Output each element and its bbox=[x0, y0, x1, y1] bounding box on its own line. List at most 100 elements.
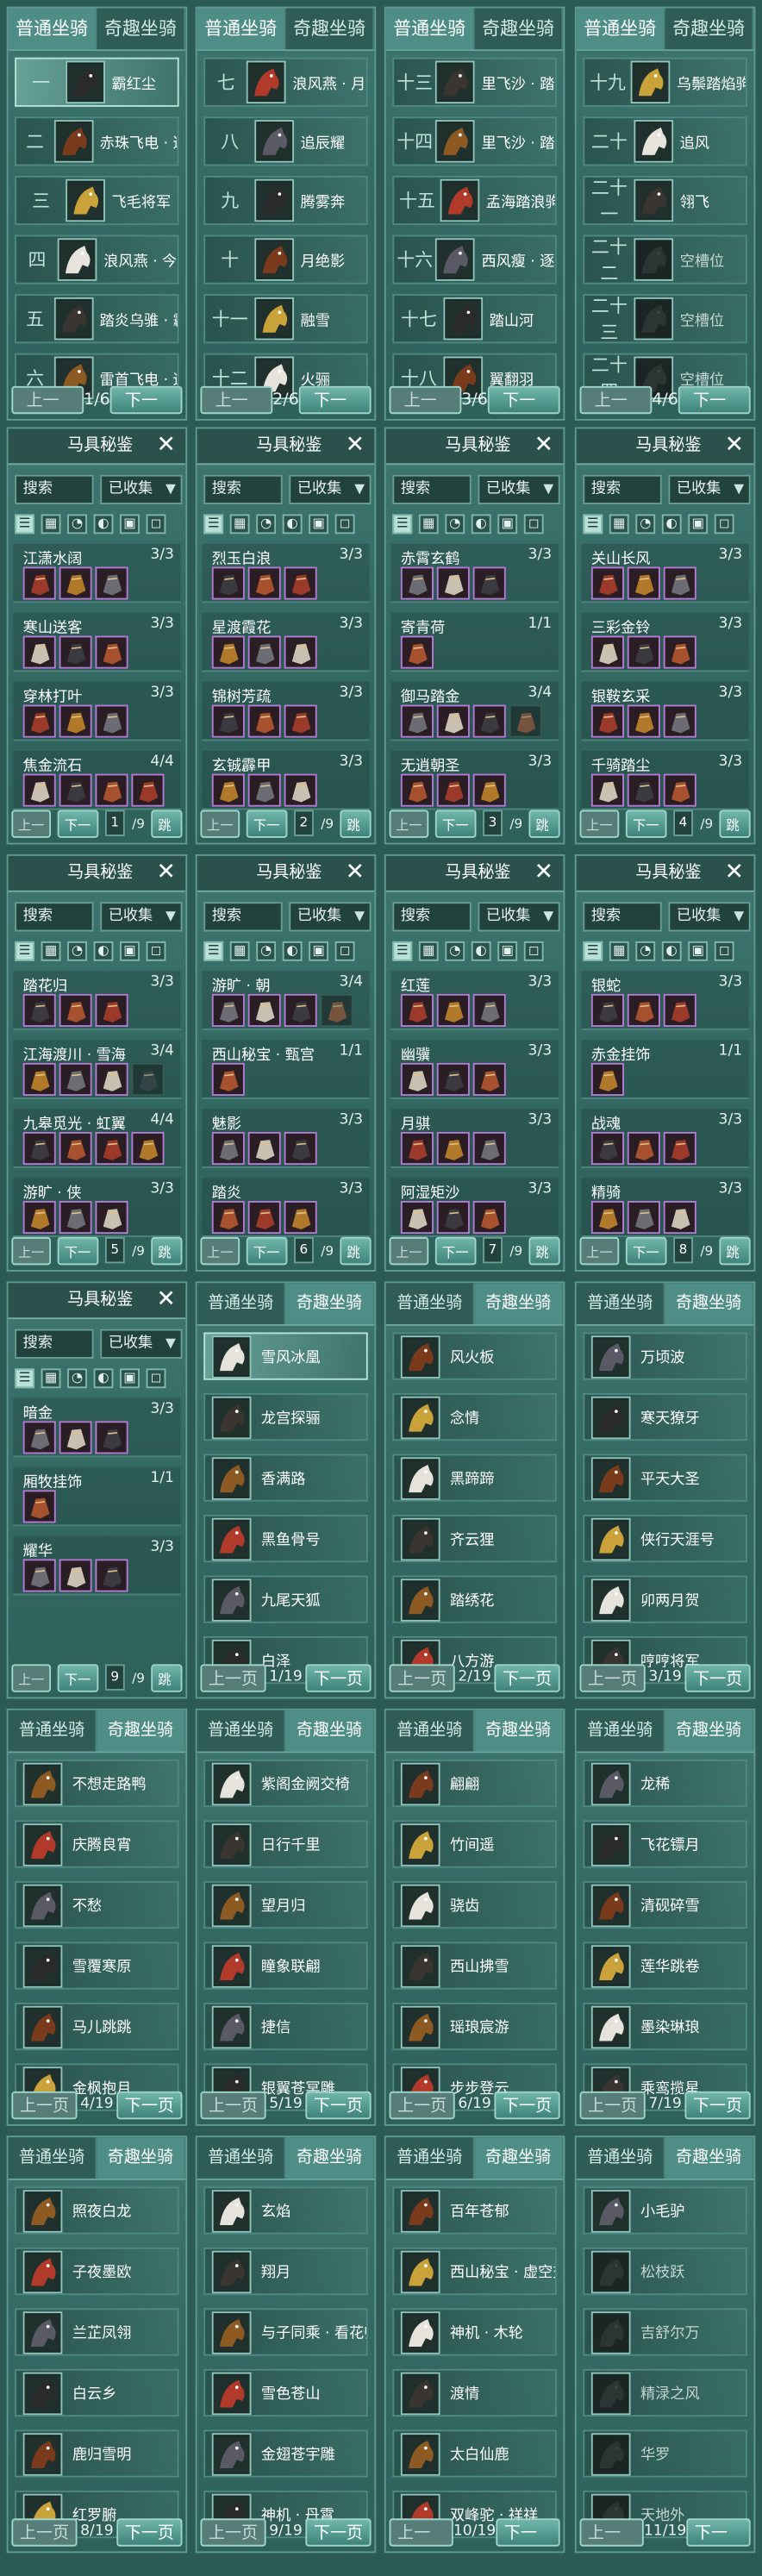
saddle-piece-icon[interactable] bbox=[472, 1131, 506, 1166]
filter-4-icon[interactable]: ▣ bbox=[688, 941, 709, 961]
saddle-piece-icon[interactable] bbox=[472, 704, 506, 738]
mount-slot[interactable]: 四 浪风燕 · 今古 bbox=[15, 234, 179, 284]
filter-2-icon[interactable]: ◔ bbox=[635, 514, 656, 535]
fun-mount-item[interactable]: 庆腾良宵 bbox=[15, 1820, 179, 1868]
fun-mount-item[interactable]: 风火板 bbox=[392, 1332, 557, 1380]
filter-0-icon[interactable]: ☰ bbox=[15, 514, 35, 535]
search-input[interactable]: 搜索 bbox=[392, 902, 472, 932]
saddle-piece-icon[interactable] bbox=[400, 993, 434, 1028]
fun-mount-item[interactable]: 骁齿 bbox=[392, 1880, 557, 1929]
fun-mount-item[interactable]: 兰芷凤翎 bbox=[15, 2308, 179, 2356]
prev-page-button[interactable]: 上一页 bbox=[200, 1235, 240, 1265]
jump-button[interactable]: 跳转 bbox=[528, 809, 560, 837]
saddle-piece-icon[interactable] bbox=[247, 1201, 281, 1235]
filter-1-icon[interactable]: ▦ bbox=[229, 941, 250, 961]
saddle-piece-icon[interactable] bbox=[436, 993, 470, 1028]
saddle-piece-icon[interactable] bbox=[663, 1131, 696, 1166]
collected-filter-select[interactable]: 已收集 bbox=[478, 474, 560, 505]
tab-normal-mounts[interactable]: 普通坐骑 bbox=[8, 8, 97, 50]
fun-mount-item[interactable]: 雪风冰凰 bbox=[203, 1332, 368, 1380]
close-icon[interactable]: ✕ bbox=[156, 1286, 175, 1312]
saddle-piece-icon[interactable] bbox=[211, 1201, 245, 1235]
tab-normal-mounts[interactable]: 普通坐骑 bbox=[385, 1283, 475, 1324]
filter-1-icon[interactable]: ▦ bbox=[41, 941, 61, 961]
fun-mount-item[interactable]: 卯两月贺 bbox=[583, 1575, 747, 1623]
fun-mount-item[interactable]: 西山拂雪 bbox=[392, 1941, 557, 1990]
filter-5-icon[interactable]: ◻ bbox=[523, 514, 544, 535]
next-page-button[interactable]: 下一页 bbox=[626, 1235, 666, 1265]
fun-mount-item[interactable]: 翩翩 bbox=[392, 1759, 557, 1808]
next-page-button[interactable]: 下一页 bbox=[678, 385, 751, 414]
saddle-piece-icon[interactable] bbox=[663, 566, 696, 600]
saddle-piece-icon[interactable] bbox=[627, 704, 660, 738]
mount-slot[interactable]: 九 腾雾奔 bbox=[203, 175, 368, 226]
next-page-button[interactable]: 下一页 bbox=[686, 2517, 751, 2546]
search-input[interactable]: 搜索 bbox=[392, 474, 472, 505]
saddle-piece-icon[interactable] bbox=[590, 566, 624, 600]
next-page-button[interactable]: 下一页 bbox=[58, 1663, 98, 1691]
jump-button[interactable]: 跳转 bbox=[719, 809, 751, 837]
saddle-piece-icon[interactable] bbox=[22, 1062, 56, 1097]
fun-mount-item[interactable]: 捷信 bbox=[203, 2002, 368, 2051]
saddle-piece-icon[interactable] bbox=[627, 773, 660, 807]
page-number-input[interactable]: 4 bbox=[672, 810, 694, 836]
prev-page-button[interactable]: 上一页 bbox=[579, 385, 653, 414]
tab-fun-mounts[interactable]: 奇趣坐骑 bbox=[665, 1283, 754, 1324]
fun-mount-item[interactable]: 齐云狸 bbox=[392, 1514, 557, 1563]
set-entry[interactable]: 穿林打叶 3/3 bbox=[13, 681, 181, 741]
fun-mount-item[interactable]: 雪色苍山 bbox=[203, 2368, 368, 2417]
saddle-piece-icon[interactable] bbox=[22, 566, 56, 600]
filter-2-icon[interactable]: ◔ bbox=[256, 941, 277, 961]
tab-fun-mounts[interactable]: 奇趣坐骑 bbox=[474, 1283, 564, 1324]
saddle-piece-icon[interactable] bbox=[663, 773, 696, 807]
next-page-button[interactable]: 下一页 bbox=[684, 2090, 751, 2119]
next-page-button[interactable]: 下一页 bbox=[626, 809, 666, 837]
mount-slot[interactable]: 五 踏炎乌骓 · 霸地 bbox=[15, 294, 179, 344]
saddle-piece-icon[interactable] bbox=[59, 773, 92, 807]
set-entry[interactable]: 红莲 3/3 bbox=[390, 971, 559, 1030]
search-input[interactable]: 搜索 bbox=[15, 902, 94, 932]
tab-normal-mounts[interactable]: 普通坐骑 bbox=[385, 2137, 475, 2179]
tab-fun-mounts[interactable]: 奇趣坐骑 bbox=[285, 1283, 375, 1324]
set-entry[interactable]: 三彩金铃 3/3 bbox=[581, 612, 749, 672]
saddle-piece-icon[interactable] bbox=[627, 566, 660, 600]
saddle-piece-icon[interactable] bbox=[95, 993, 128, 1028]
saddle-piece-icon[interactable] bbox=[400, 635, 434, 669]
tab-normal-mounts[interactable]: 普通坐骑 bbox=[576, 1710, 665, 1752]
fun-mount-item[interactable]: 万顷波 bbox=[583, 1332, 747, 1380]
mount-slot[interactable]: 十一 融雪 bbox=[203, 294, 368, 344]
filter-3-icon[interactable]: ◐ bbox=[661, 941, 682, 961]
saddle-piece-icon[interactable] bbox=[400, 704, 434, 738]
saddle-piece-icon[interactable] bbox=[131, 1131, 165, 1166]
set-entry[interactable]: 星渡霞花 3/3 bbox=[202, 612, 370, 672]
set-entry[interactable]: 游旷 · 侠 3/3 bbox=[13, 1178, 181, 1237]
tab-normal-mounts[interactable]: 普通坐骑 bbox=[576, 8, 665, 50]
set-entry[interactable]: 焦金流石 4/4 bbox=[13, 750, 181, 810]
prev-page-button[interactable]: 上一页 bbox=[579, 1235, 620, 1265]
saddle-piece-icon[interactable] bbox=[627, 993, 660, 1028]
tab-normal-mounts[interactable]: 普通坐骑 bbox=[197, 1710, 286, 1752]
next-page-button[interactable]: 下一页 bbox=[247, 1235, 287, 1265]
fun-mount-item[interactable]: 华罗 bbox=[583, 2429, 747, 2478]
saddle-piece-icon[interactable] bbox=[509, 704, 542, 738]
next-page-button[interactable]: 下一页 bbox=[298, 385, 372, 414]
saddle-piece-icon[interactable] bbox=[472, 1062, 506, 1097]
next-page-button[interactable]: 下一页 bbox=[305, 2090, 372, 2119]
tab-normal-mounts[interactable]: 普通坐骑 bbox=[576, 1283, 665, 1324]
saddle-piece-icon[interactable] bbox=[59, 1201, 92, 1235]
prev-page-button[interactable]: 上一页 bbox=[389, 809, 429, 837]
saddle-piece-icon[interactable] bbox=[131, 773, 165, 807]
page-number-input[interactable]: 7 bbox=[482, 1236, 503, 1264]
fun-mount-item[interactable]: 龙稀 bbox=[583, 1759, 747, 1808]
saddle-piece-icon[interactable] bbox=[284, 1131, 317, 1166]
set-entry[interactable]: 玄铖霹甲 3/3 bbox=[202, 750, 370, 810]
close-icon[interactable]: ✕ bbox=[725, 432, 744, 458]
prev-page-button[interactable]: 上一页 bbox=[200, 809, 240, 837]
tab-normal-mounts[interactable]: 普通坐骑 bbox=[385, 1710, 475, 1752]
collected-filter-select[interactable]: 已收集 bbox=[100, 902, 183, 932]
set-entry[interactable]: 战魂 3/3 bbox=[581, 1109, 749, 1168]
prev-page-button[interactable]: 上一页 bbox=[389, 1235, 429, 1265]
tab-fun-mounts[interactable]: 奇趣坐骑 bbox=[665, 8, 754, 50]
fun-mount-item[interactable]: 白云乡 bbox=[15, 2368, 179, 2417]
fun-mount-item[interactable]: 玄焰 bbox=[203, 2186, 368, 2235]
